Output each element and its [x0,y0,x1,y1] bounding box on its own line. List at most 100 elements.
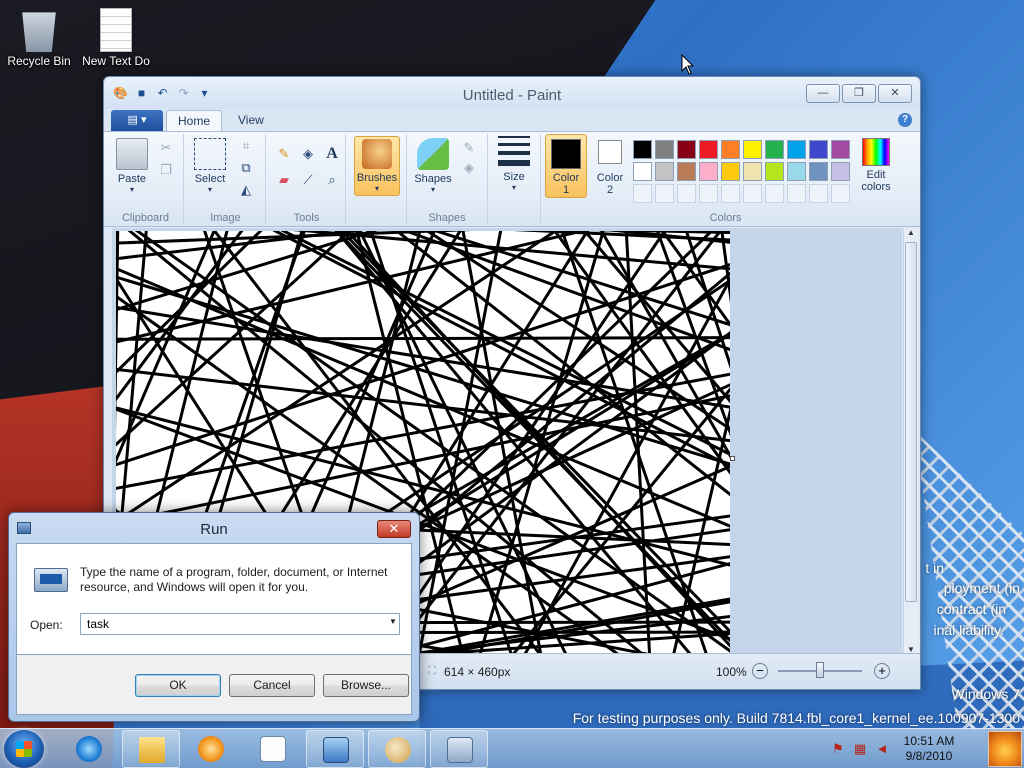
color-picker-icon[interactable]: ⟋ [298,170,318,190]
palette-swatch[interactable] [655,140,674,159]
fill-icon[interactable]: ◈ [298,144,318,164]
paint-menu-button[interactable]: ▤ ▾ [111,110,163,131]
chevron-down-icon: ▾ [207,185,212,194]
user-tile-show-desktop[interactable] [988,731,1022,767]
text-tool-icon[interactable]: A [322,144,342,164]
clock[interactable]: 10:51 AM 9/8/2010 [896,734,962,764]
cut-icon[interactable]: ✂ [156,138,176,158]
palette-swatch[interactable] [743,162,762,181]
palette-swatch[interactable] [743,184,762,203]
tab-home[interactable]: Home [166,110,223,131]
mouse-cursor-icon [681,54,695,75]
zoom-in-button[interactable]: + [874,663,890,679]
canvas-size-icon: ⛶ [428,665,436,677]
size-button[interactable]: Size ▾ [494,136,534,192]
palette-swatch[interactable] [655,184,674,203]
cancel-button[interactable]: Cancel [229,674,315,697]
paste-button[interactable]: Paste ▾ [114,138,150,194]
palette-swatch[interactable] [831,184,850,203]
start-button[interactable] [4,730,44,768]
palette-swatch[interactable] [677,140,696,159]
palette-swatch[interactable] [831,140,850,159]
fill-shape-icon[interactable]: ◈ [459,158,479,178]
palette-swatch[interactable] [809,184,828,203]
taskbar-explorer[interactable] [122,730,180,768]
palette-swatch[interactable] [699,184,718,203]
eraser-icon[interactable]: ▰ [274,170,294,190]
zoom-out-button[interactable]: − [752,663,768,679]
chevron-down-icon[interactable]: ▼ [389,617,397,626]
edit-colors-button[interactable]: Edit colors [855,138,897,193]
edit-colors-label-2: colors [861,181,891,193]
select-button[interactable]: Select ▾ [192,138,228,194]
taskbar-internet-explorer[interactable] [60,730,118,768]
menu-icon: ▤ ▾ [127,114,147,126]
browse-button[interactable]: Browse... [323,674,409,697]
watermark-os: Windows 7 [951,686,1020,702]
desktop-icon-new-text-document[interactable]: New Text Do [79,8,153,68]
palette-swatch[interactable] [721,140,740,159]
palette-swatch[interactable] [699,162,718,181]
palette-swatch[interactable] [765,184,784,203]
color2-label: Color [596,172,624,184]
desktop-icon-recycle-bin[interactable]: Recycle Bin [2,8,76,68]
taskbar-wordpad[interactable] [244,730,302,768]
run-dialog[interactable]: Run ✕ Type the name of a program, folder… [8,512,420,722]
palette-swatch[interactable] [721,162,740,181]
maximize-button[interactable]: ❐ [842,84,876,103]
palette-swatch[interactable] [831,162,850,181]
scrollbar-thumb[interactable] [905,242,917,602]
palette-swatch[interactable] [809,162,828,181]
palette-swatch[interactable] [787,140,806,159]
run-close-button[interactable]: ✕ [377,520,411,538]
pencil-icon[interactable]: ✎ [274,144,294,164]
magnifier-icon[interactable]: ⌕ [322,170,342,190]
taskbar-run[interactable] [430,730,488,768]
brushes-button[interactable]: Brushes ▾ [354,136,400,196]
palette-swatch[interactable] [765,162,784,181]
palette-swatch[interactable] [721,184,740,203]
outline-icon[interactable]: ✎ [459,138,479,158]
copy-icon[interactable]: ❐ [156,160,176,180]
palette-swatch[interactable] [677,184,696,203]
palette-swatch[interactable] [655,162,674,181]
palette-swatch[interactable] [677,162,696,181]
scroll-up-icon[interactable]: ▲ [904,228,918,237]
ribbon-tabs: ▤ ▾ Home View ? [104,109,920,131]
network-icon[interactable]: ▦ [852,741,868,757]
volume-icon[interactable]: ◄ [874,741,890,757]
size-icon [498,136,530,168]
palette-swatch[interactable] [743,140,762,159]
action-center-icon[interactable]: ⚑ [830,741,846,757]
ok-button[interactable]: OK [135,674,221,697]
open-input[interactable] [80,613,400,635]
close-button[interactable]: ✕ [878,84,912,103]
crop-icon[interactable]: ⌗ [236,136,256,156]
palette-swatch[interactable] [765,140,784,159]
resize-icon[interactable]: ⧉ [236,158,256,178]
taskbar-remote-desktop[interactable] [306,730,364,768]
palette-swatch[interactable] [633,162,652,181]
zoom-slider-thumb[interactable] [816,662,824,678]
palette-swatch[interactable] [787,184,806,203]
palette-swatch[interactable] [633,140,652,159]
windows-logo-icon [16,741,32,757]
color1-button[interactable]: Color 1 [545,134,587,198]
vertical-scrollbar[interactable]: ▲ ▼ [903,228,918,654]
palette-swatch[interactable] [699,140,718,159]
taskbar-media-player[interactable] [182,730,240,768]
rotate-icon[interactable]: ◭ [236,180,256,200]
help-icon[interactable]: ? [898,113,912,127]
minimize-button[interactable]: — [806,84,840,103]
run-title-bar[interactable]: Run ✕ [9,513,419,543]
paint-title-bar[interactable]: 🎨 ■ ↶ ↷ ▾ Untitled - Paint — ❐ ✕ [104,77,920,109]
chevron-down-icon: ▾ [511,183,516,192]
palette-swatch[interactable] [809,140,828,159]
canvas-resize-handle[interactable] [730,456,735,461]
palette-swatch[interactable] [787,162,806,181]
taskbar-paint[interactable] [368,730,426,768]
color2-button[interactable]: Color 2 [589,138,631,196]
tab-view[interactable]: View [227,110,275,131]
palette-swatch[interactable] [633,184,652,203]
shapes-button[interactable]: Shapes ▾ [413,138,453,194]
